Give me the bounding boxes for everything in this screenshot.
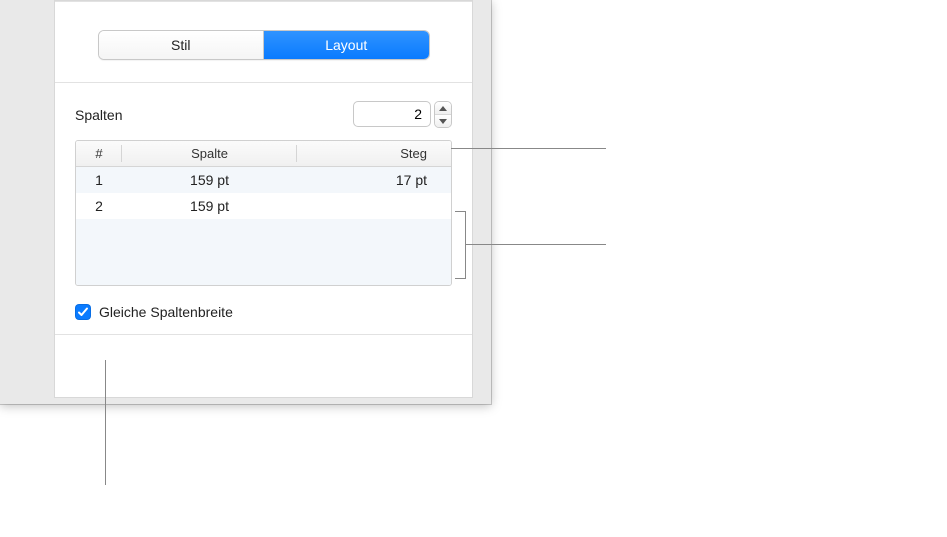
header-num: # <box>76 141 122 167</box>
callout-bracket <box>455 211 466 279</box>
style-layout-segment: Stil Layout <box>98 30 430 60</box>
table-row[interactable]: 2 159 pt <box>76 193 451 219</box>
equal-width-checkbox[interactable] <box>75 304 91 320</box>
columns-table: # Spalte Steg 1 159 pt 17 pt 2 159 pt <box>75 140 452 286</box>
table-row-empty <box>76 219 451 285</box>
cell-num: 1 <box>76 167 122 194</box>
stepper-down-button[interactable] <box>435 115 451 127</box>
table-header-row: # Spalte Steg <box>76 141 451 167</box>
cell-width[interactable]: 159 pt <box>122 167 297 194</box>
tab-style[interactable]: Stil <box>99 31 265 59</box>
checkmark-icon <box>77 306 89 318</box>
callout-line <box>465 244 606 245</box>
cell-gutter[interactable] <box>297 193 451 219</box>
cell-gutter[interactable]: 17 pt <box>297 167 451 194</box>
callout-line <box>105 360 106 485</box>
tab-layout[interactable]: Layout <box>264 31 429 59</box>
callout-line <box>451 148 606 149</box>
columns-stepper-group <box>353 101 452 128</box>
cell-num: 2 <box>76 193 122 219</box>
header-column: Spalte <box>122 141 297 167</box>
columns-label: Spalten <box>75 107 122 123</box>
table-row[interactable]: 1 159 pt 17 pt <box>76 167 451 194</box>
header-gutter: Steg <box>297 141 451 167</box>
columns-stepper <box>434 101 452 128</box>
divider <box>55 334 472 335</box>
cell-width[interactable]: 159 pt <box>122 193 297 219</box>
columns-input[interactable] <box>353 101 431 127</box>
stepper-up-button[interactable] <box>435 102 451 115</box>
equal-width-label: Gleiche Spaltenbreite <box>99 304 233 320</box>
layout-inspector-panel: Stil Layout Spalten # Spalte <box>54 0 473 398</box>
